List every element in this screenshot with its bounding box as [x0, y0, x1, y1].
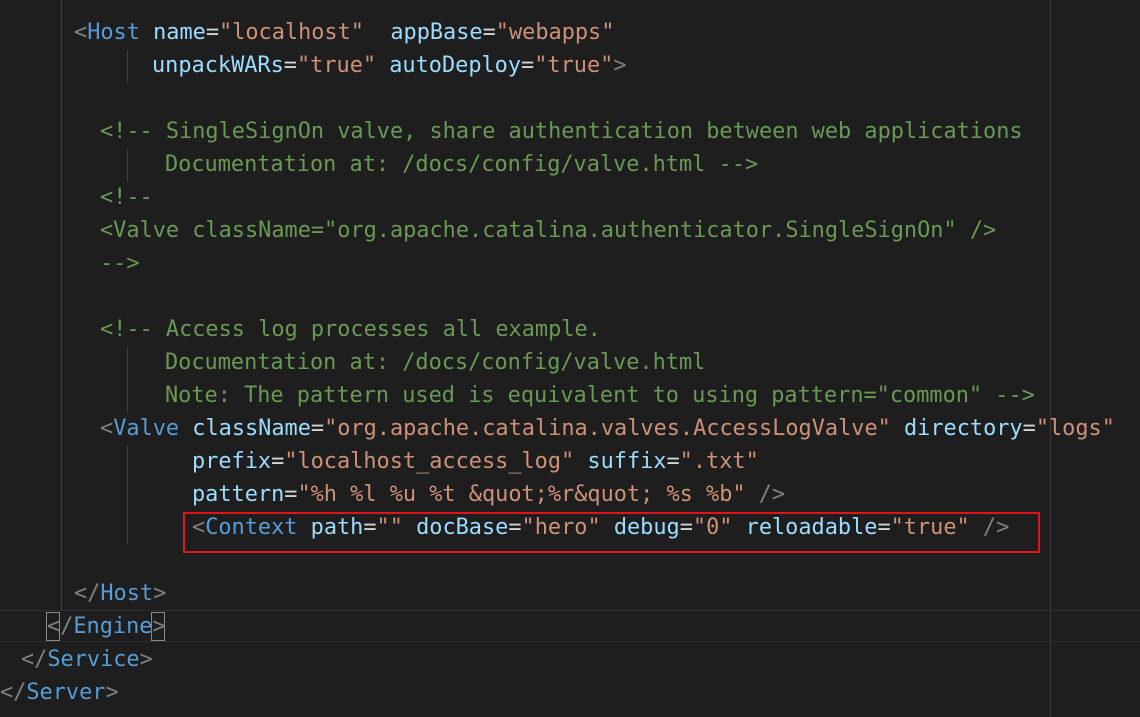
indent-guide — [61, 0, 62, 610]
code-line[interactable]: Documentation at: /docs/config/valve.htm… — [165, 148, 758, 181]
code-line[interactable]: Note: The pattern used is equivalent to … — [165, 379, 1035, 412]
code-line[interactable]: <!-- — [100, 181, 153, 214]
code-line[interactable]: prefix="localhost_access_log" suffix=".t… — [192, 445, 759, 478]
code-line[interactable]: <!-- SingleSignOn valve, share authentic… — [100, 115, 1023, 148]
indent-guide — [127, 347, 128, 413]
indent-guide — [127, 446, 128, 545]
code-line[interactable]: </Engine> — [47, 610, 166, 643]
highlighted-code-line[interactable]: <Context path="" docBase="hero" debug="0… — [192, 511, 1009, 544]
indent-guide — [127, 50, 128, 83]
code-line[interactable]: <!-- Access log processes all example. — [100, 313, 601, 346]
code-line[interactable]: <Host name="localhost" appBase="webapps" — [74, 16, 614, 49]
code-line[interactable]: </Server> — [0, 676, 119, 709]
code-line[interactable]: unpackWARs="true" autoDeploy="true"> — [152, 49, 627, 82]
code-line[interactable]: <Valve className="org.apache.catalina.va… — [100, 412, 1115, 445]
code-line[interactable]: <Valve className="org.apache.catalina.au… — [100, 214, 996, 247]
code-editor[interactable]: <Host name="localhost" appBase="webapps"… — [0, 0, 1140, 717]
current-line-border-bottom — [0, 641, 1140, 642]
current-line-border-top — [0, 610, 1140, 611]
code-line[interactable]: pattern="%h %l %u %t &quot;%r&quot; %s %… — [192, 478, 785, 511]
indent-guide — [127, 149, 128, 182]
code-line[interactable]: --> — [100, 247, 140, 280]
code-line[interactable]: </Host> — [74, 577, 166, 610]
code-line[interactable]: </Service> — [21, 643, 153, 676]
code-line[interactable]: Documentation at: /docs/config/valve.htm… — [165, 346, 705, 379]
